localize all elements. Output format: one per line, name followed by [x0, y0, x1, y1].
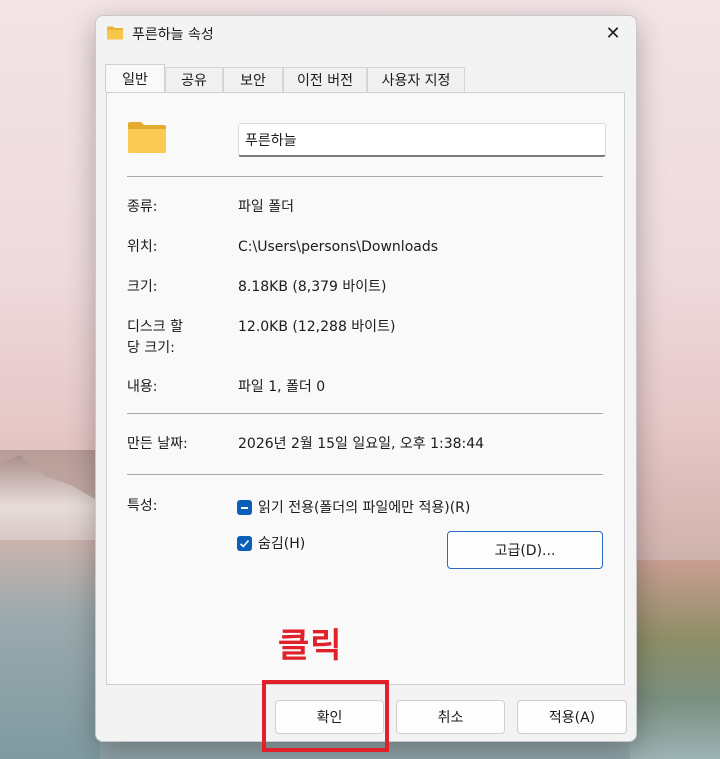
advanced-button[interactable]: 고급(D)... — [447, 531, 603, 569]
created-value: 2026년 2월 15일 일요일, 오후 1:38:44 — [238, 436, 485, 452]
cancel-button[interactable]: 취소 — [396, 700, 505, 734]
window-title: 푸른하늘 속성 — [132, 27, 214, 43]
folder-name-input[interactable] — [238, 123, 606, 157]
disk-size-label-line2: 당 크기: — [127, 340, 175, 356]
readonly-checkbox[interactable] — [237, 500, 252, 515]
hidden-label[interactable]: 숨김(H) — [258, 533, 305, 553]
disk-size-label-line1: 디스크 할 — [127, 319, 183, 335]
tab-general[interactable]: 일반 — [105, 64, 165, 92]
size-value: 8.18KB (8,379 바이트) — [238, 279, 387, 295]
title-bar[interactable]: 푸른하늘 속성 ✕ — [96, 16, 636, 52]
folder-icon — [107, 26, 123, 40]
checkbox-checked-icon — [239, 539, 250, 548]
disk-size-value: 12.0KB (12,288 바이트) — [238, 319, 396, 335]
tab-customize[interactable]: 사용자 지정 — [367, 67, 465, 92]
separator — [127, 413, 603, 414]
readonly-label[interactable]: 읽기 전용(폴더의 파일에만 적용)(R) — [258, 497, 470, 517]
separator — [127, 474, 603, 475]
general-tab-panel: 종류: 파일 폴더 위치: C:\Users\persons\Downloads… — [106, 92, 625, 685]
wallpaper-grass-right — [630, 560, 720, 759]
click-annotation-box — [262, 680, 389, 752]
tab-previous-versions[interactable]: 이전 버전 — [283, 67, 367, 92]
type-value: 파일 폴더 — [238, 199, 294, 215]
contents-label: 내용: — [127, 379, 158, 395]
location-label: 위치: — [127, 239, 158, 255]
apply-button[interactable]: 적용(A) — [517, 700, 627, 734]
tab-security[interactable]: 보안 — [223, 67, 283, 92]
contents-value: 파일 1, 폴더 0 — [238, 379, 326, 395]
location-value: C:\Users\persons\Downloads — [238, 239, 439, 255]
attributes-label: 특성: — [127, 498, 158, 514]
properties-dialog: 푸른하늘 속성 ✕ 일반 공유 보안 이전 버전 사용자 지정 종류: 파일 폴… — [95, 15, 637, 742]
checkbox-indeterminate-icon — [241, 506, 248, 509]
close-icon: ✕ — [605, 22, 621, 44]
close-button[interactable]: ✕ — [590, 16, 636, 50]
click-annotation-text: 클릭 — [278, 626, 343, 666]
hidden-checkbox[interactable] — [237, 536, 252, 551]
tab-sharing[interactable]: 공유 — [165, 67, 223, 92]
separator — [127, 176, 603, 177]
type-label: 종류: — [127, 199, 158, 215]
folder-icon — [128, 122, 166, 153]
created-label: 만든 날짜: — [127, 436, 188, 452]
size-label: 크기: — [127, 279, 158, 295]
